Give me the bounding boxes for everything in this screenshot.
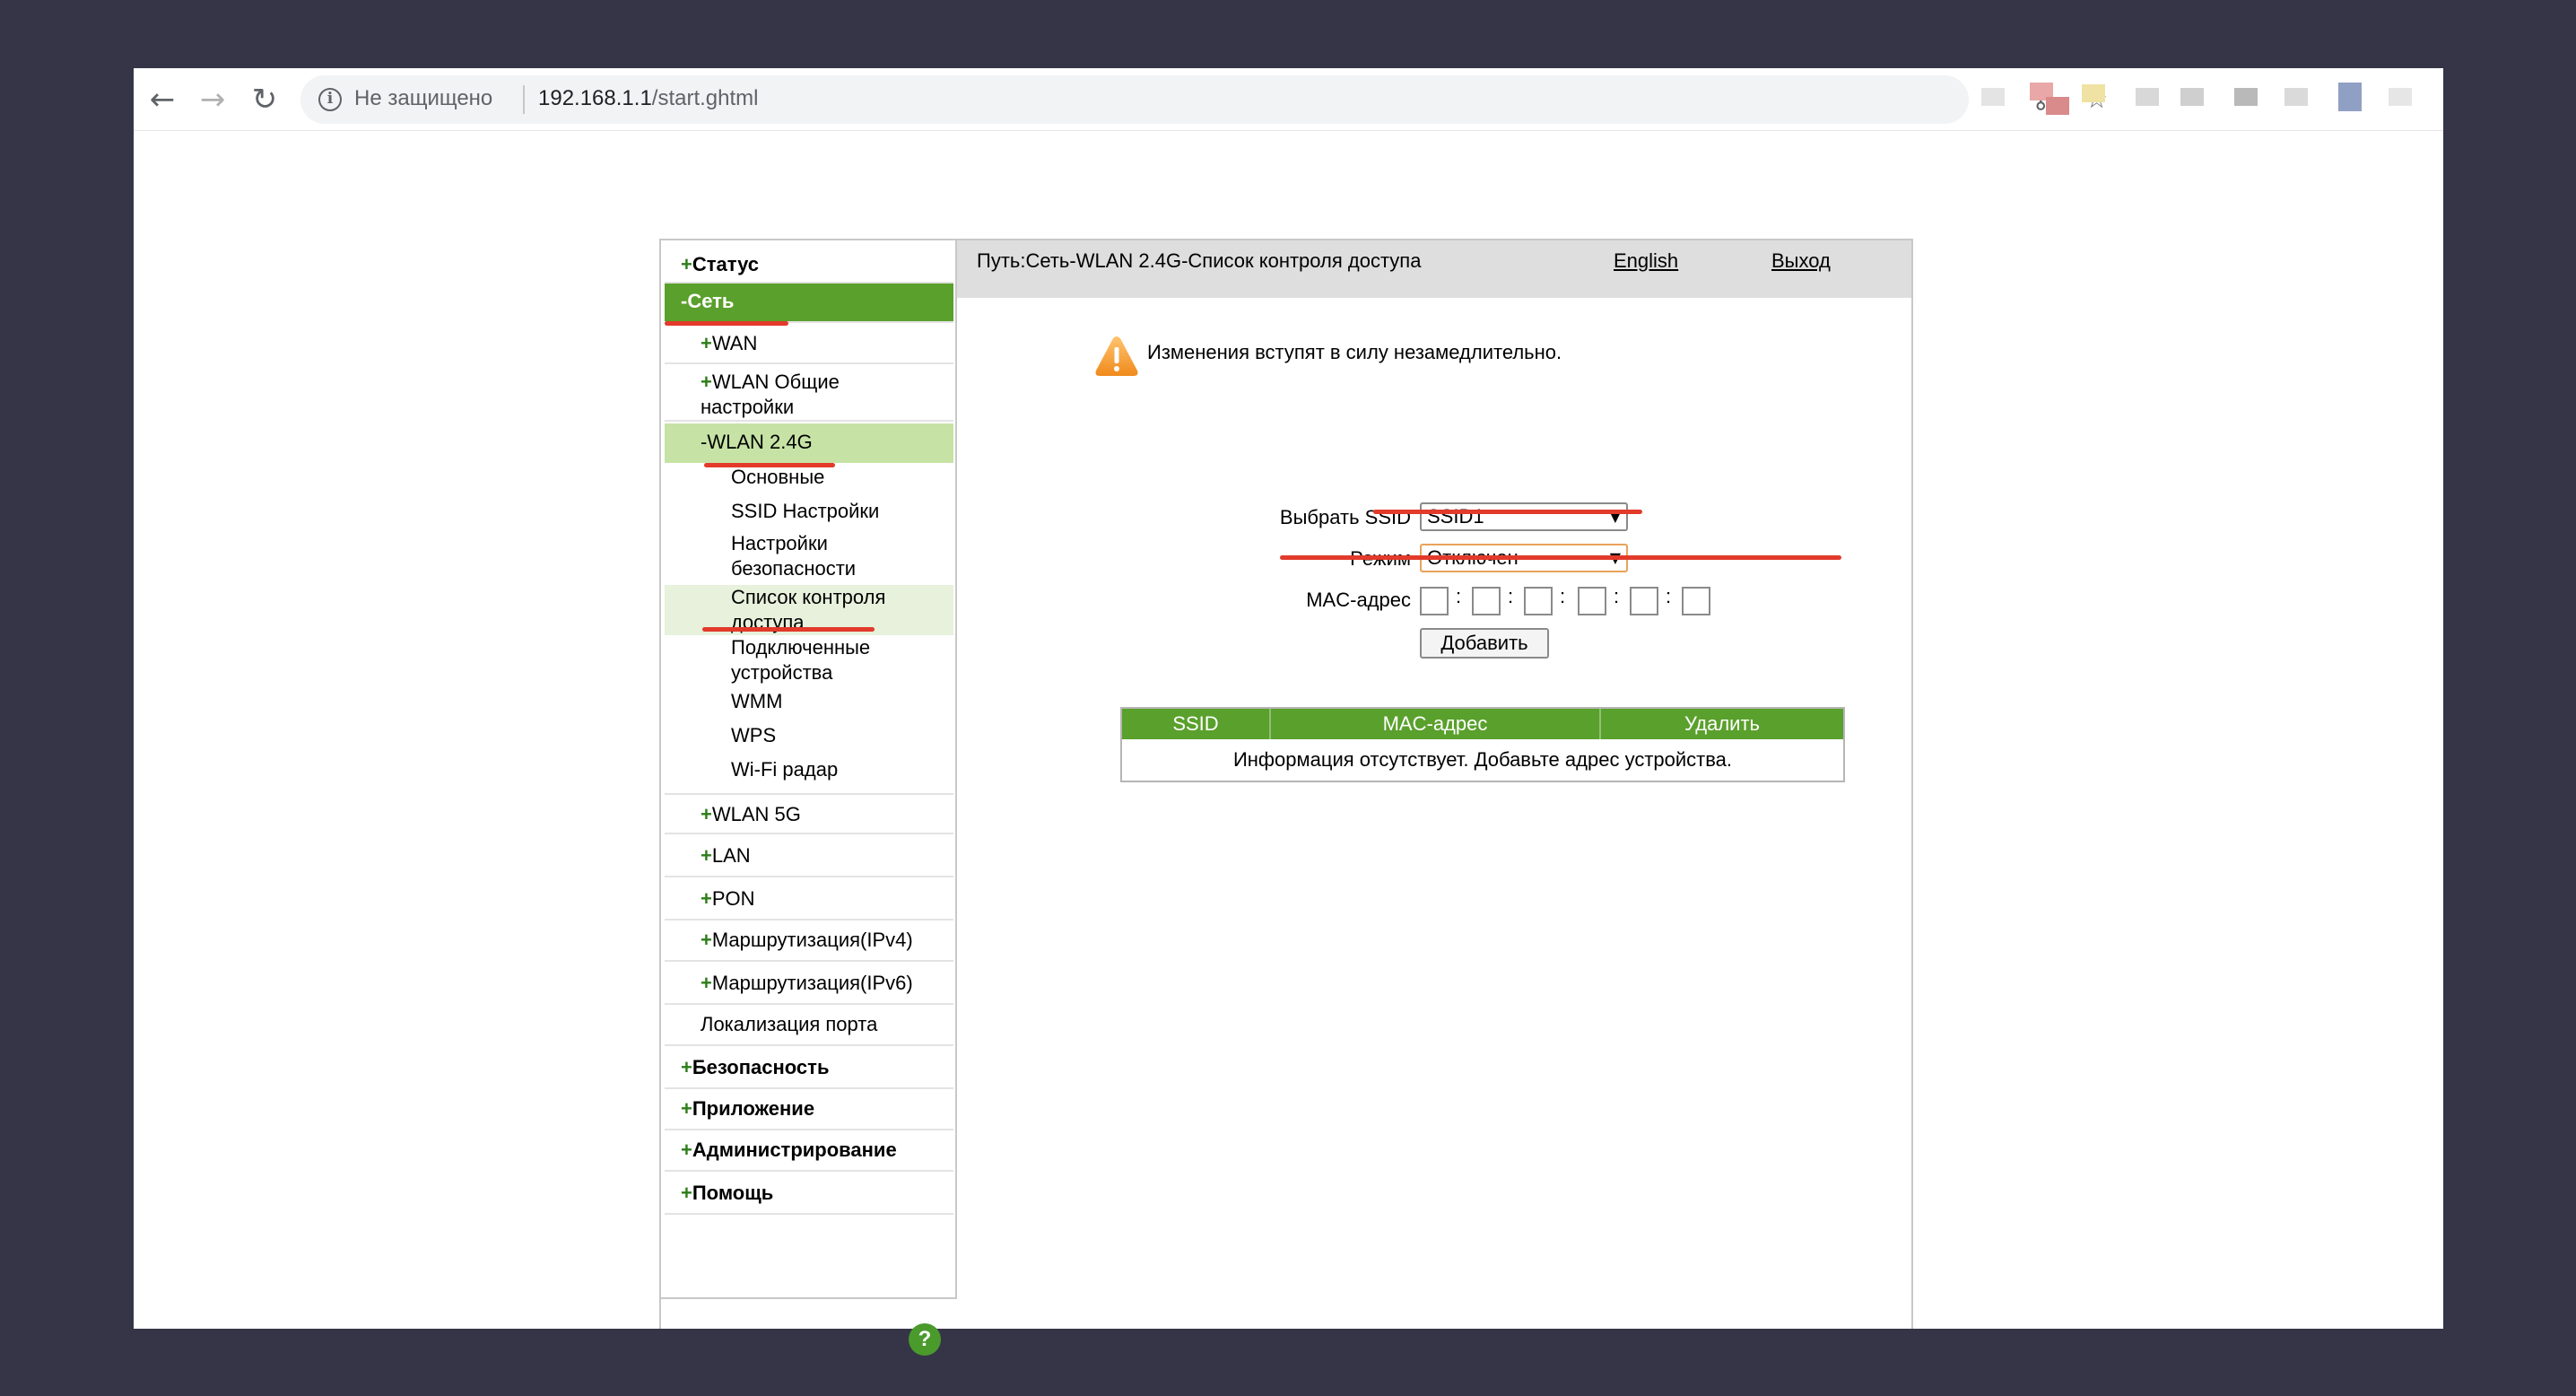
sidebar-item-routing-ipv4[interactable]: +Маршрутизация(IPv4) [665, 920, 953, 962]
column-header-delete: Удалить [1684, 712, 1760, 735]
sidebar-item-wlan5[interactable]: +WLAN 5G [665, 793, 953, 834]
exit-link[interactable]: Выход [1771, 249, 1831, 273]
forward-arrow-icon[interactable]: → [193, 80, 232, 119]
info-icon[interactable]: i [318, 88, 342, 111]
extension-icon[interactable] [2180, 88, 2204, 106]
sidebar-item-wlan-general[interactable]: +WLAN Общие настройки [665, 366, 953, 422]
sidebar-item-wan[interactable]: +WAN [665, 325, 953, 364]
table-header: SSID MAC-адрес Удалить [1122, 709, 1843, 739]
red-underline-annotation [704, 463, 835, 467]
red-underline-annotation [665, 321, 788, 326]
back-arrow-icon[interactable]: ← [143, 80, 182, 119]
mac-octet-input[interactable] [1578, 587, 1606, 615]
security-label[interactable]: Не защищено [354, 86, 492, 111]
mac-octet-input[interactable] [1524, 587, 1553, 615]
mac-octet-input[interactable] [1630, 587, 1658, 615]
sidebar-item-security-settings[interactable]: Настройки безопасности [665, 531, 953, 583]
warning-icon [1095, 336, 1138, 376]
red-underline-annotation [1373, 510, 1642, 514]
sidebar-item-wlan24[interactable]: -WLAN 2.4G [665, 423, 953, 463]
mac-separator: : [1508, 585, 1514, 607]
extension-icon[interactable] [2046, 97, 2069, 115]
sidebar-item-administration[interactable]: +Администрирование [665, 1130, 953, 1172]
column-header-ssid: SSID [1122, 709, 1271, 739]
extension-icon[interactable] [1981, 88, 2005, 106]
mac-octet-input[interactable] [1420, 587, 1449, 615]
browser-toolbar: ← → ↻ i Не защищено 192.168.1.1/start.gh… [134, 68, 2443, 131]
mac-separator: : [1456, 585, 1462, 607]
acl-table: SSID MAC-адрес Удалить Информация отсутс… [1120, 707, 1845, 782]
sidebar-item-help[interactable]: +Помощь [665, 1174, 953, 1215]
mac-separator: : [1560, 585, 1566, 607]
url-text[interactable]: 192.168.1.1/start.ghtml [538, 86, 759, 111]
mac-separator: : [1666, 585, 1672, 607]
help-icon[interactable]: ? [909, 1323, 941, 1356]
address-bar[interactable]: i Не защищено 192.168.1.1/start.ghtml ⚷ … [300, 75, 2108, 124]
extension-icon[interactable] [2284, 88, 2308, 106]
sidebar-item-pon[interactable]: +PON [665, 879, 953, 920]
extension-icon[interactable] [2234, 88, 2258, 106]
sidebar-item-network[interactable]: -Сеть [665, 284, 953, 323]
extensions-area[interactable] [1981, 79, 2430, 120]
table-empty-row: Информация отсутствует. Добавьте адрес у… [1232, 748, 1733, 771]
sidebar-item-basic[interactable]: Основные [665, 465, 953, 497]
sidebar-item-routing-ipv6[interactable]: +Маршрутизация(IPv6) [665, 964, 953, 1005]
sidebar-item-status[interactable]: +Статус [665, 248, 953, 284]
address-separator [523, 85, 525, 114]
language-link[interactable]: English [1614, 249, 1678, 273]
extension-icon[interactable] [2389, 88, 2412, 106]
sidebar-item-wifi-radar[interactable]: Wi-Fi радар [665, 757, 953, 790]
sidebar-item-application[interactable]: +Приложение [665, 1089, 953, 1130]
sidebar-menu: +Статус -Сеть +WAN +WLAN Общие настройки … [661, 240, 957, 1299]
add-button[interactable]: Добавить [1420, 628, 1549, 659]
sidebar-item-port-localization[interactable]: Локализация порта [665, 1005, 953, 1046]
path-bar: Путь:Сеть-WLAN 2.4G-Список контроля дост… [957, 240, 1911, 298]
red-underline-annotation [1280, 555, 1841, 560]
chevron-down-icon: ▼ [1609, 508, 1621, 525]
mac-octet-input[interactable] [1682, 587, 1710, 615]
sidebar-item-connected-devices[interactable]: Подключенные устройства [665, 635, 953, 685]
mac-separator: : [1614, 585, 1620, 607]
sidebar-item-security[interactable]: +Безопасность [665, 1048, 953, 1089]
column-header-mac: MAC-адрес [1271, 709, 1601, 739]
extension-icon[interactable] [2082, 84, 2105, 102]
reload-icon[interactable]: ↻ [245, 80, 284, 119]
browser-window: ← → ↻ i Не защищено 192.168.1.1/start.gh… [134, 68, 2443, 1356]
extension-icon[interactable] [2338, 83, 2362, 111]
sidebar-item-lan[interactable]: +LAN [665, 836, 953, 877]
main-content: Путь:Сеть-WLAN 2.4G-Список контроля дост… [957, 240, 1911, 1331]
extension-icon[interactable] [2136, 88, 2159, 106]
sidebar-item-wps[interactable]: WPS [665, 723, 953, 755]
ssid-select[interactable]: SSID1 ▼ [1420, 502, 1628, 531]
sidebar-item-ssid-settings[interactable]: SSID Настройки [665, 499, 953, 531]
breadcrumb: Путь:Сеть-WLAN 2.4G-Список контроля дост… [977, 249, 1422, 272]
mac-label: MAC-адрес [1306, 589, 1411, 611]
sidebar-item-wmm[interactable]: WMM [665, 689, 953, 721]
router-admin-frame: +Статус -Сеть +WAN +WLAN Общие настройки … [659, 239, 1913, 1356]
mac-octet-input[interactable] [1472, 587, 1501, 615]
red-underline-annotation [702, 627, 875, 632]
notice-text: Изменения вступят в силу незамедлительно… [1147, 341, 1562, 363]
